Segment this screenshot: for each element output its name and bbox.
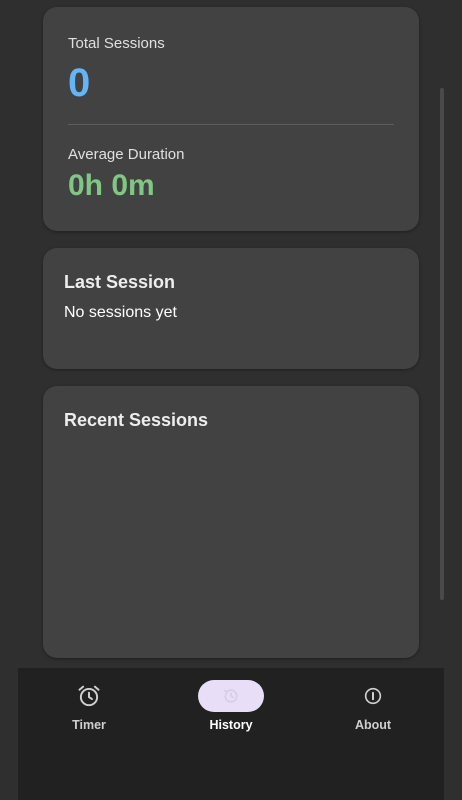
nav-item-about[interactable]: About xyxy=(318,668,428,748)
alarm-clock-icon xyxy=(56,680,122,712)
nav-label-timer: Timer xyxy=(72,718,106,732)
scrollbar[interactable] xyxy=(440,88,444,600)
average-duration-value: 0h 0m xyxy=(68,169,155,202)
nav-label-history: History xyxy=(209,718,253,732)
total-sessions-value: 0 xyxy=(68,61,91,105)
last-session-text: No sessions yet xyxy=(64,304,177,321)
total-sessions-label: Total Sessions xyxy=(68,35,165,52)
recent-sessions-title: Recent Sessions xyxy=(64,410,209,430)
bottom-navigation-bar: Timer History About xyxy=(18,668,444,800)
nav-item-timer[interactable]: Timer xyxy=(34,668,144,748)
last-session-card: Last Session No sessions yet xyxy=(43,248,419,369)
recent-sessions-card: Recent Sessions xyxy=(43,386,419,658)
divider xyxy=(68,124,394,125)
stats-card: Total Sessions 0 Average Duration 0h 0m xyxy=(43,7,419,231)
average-duration-label: Average Duration xyxy=(68,146,185,163)
info-icon xyxy=(340,680,406,712)
nav-item-history[interactable]: History xyxy=(176,668,286,748)
nav-label-about: About xyxy=(354,718,392,732)
history-icon xyxy=(198,680,264,712)
last-session-title: Last Session xyxy=(64,272,176,292)
